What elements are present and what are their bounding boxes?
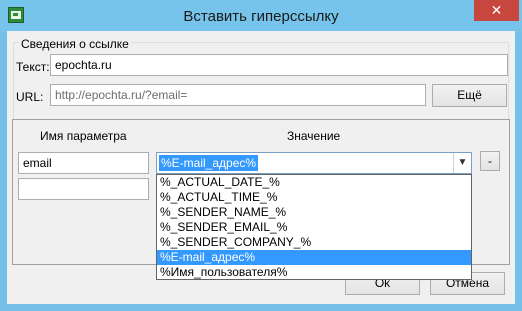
dropdown-option[interactable]: %Имя_пользователя% (157, 265, 471, 280)
text-label: Текст: (16, 60, 50, 74)
url-input[interactable]: http://epochta.ru/?email= (50, 84, 426, 106)
title-bar[interactable]: Вставить гиперссылку ✕ (0, 0, 522, 32)
dropdown-option-selected[interactable]: %E-mail_адрес% (157, 250, 471, 265)
param-value-combobox[interactable]: %E-mail_адрес% ▼ (156, 152, 472, 174)
combo-selected-value: %E-mail_адрес% (159, 155, 259, 171)
param-value-header: Значение (287, 129, 341, 143)
remove-param-button[interactable]: - (480, 151, 500, 171)
url-label: URL: (16, 90, 44, 104)
dropdown-option[interactable]: %_ACTUAL_DATE_% (157, 175, 471, 190)
dropdown-option[interactable]: %_SENDER_COMPANY_% (157, 235, 471, 250)
param-name-input-empty[interactable] (18, 178, 149, 200)
dialog-body: Сведения о ссылке Текст: epochta.ru URL:… (7, 31, 515, 304)
value-dropdown-list[interactable]: %_ACTUAL_DATE_% %_ACTUAL_TIME_% %_SENDER… (156, 174, 472, 280)
more-button[interactable]: Ещё (432, 84, 507, 107)
param-name-input[interactable]: email (18, 152, 149, 174)
chevron-down-icon[interactable]: ▼ (453, 153, 471, 173)
close-button[interactable]: ✕ (474, 0, 519, 21)
param-name-header: Имя параметра (40, 129, 127, 143)
dropdown-option[interactable]: %_SENDER_EMAIL_% (157, 220, 471, 235)
link-text-input[interactable]: epochta.ru (50, 54, 508, 76)
dropdown-option[interactable]: %_SENDER_NAME_% (157, 205, 471, 220)
dropdown-option[interactable]: %_ACTUAL_TIME_% (157, 190, 471, 205)
window-title: Вставить гиперссылку (183, 8, 339, 25)
dialog-window: Вставить гиперссылку ✕ Сведения о ссылке… (0, 0, 522, 311)
link-info-legend: Сведения о ссылке (19, 37, 131, 51)
